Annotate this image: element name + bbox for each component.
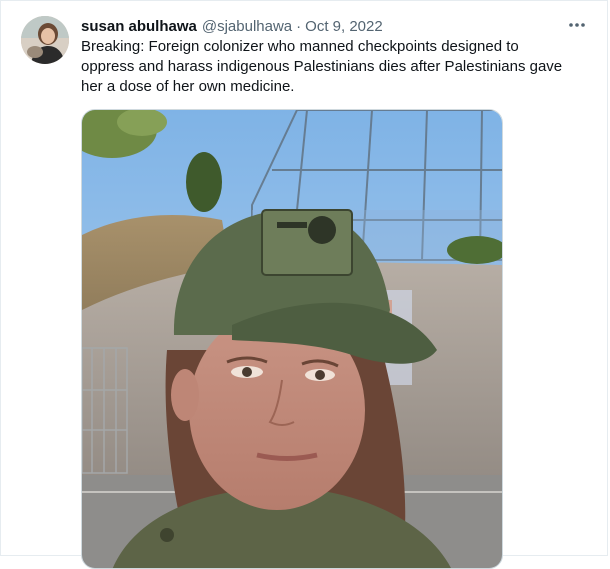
tweet-text-line: Breaking: Foreign colonizer who manned c… [81,38,519,55]
tweet-date[interactable]: Oct 9, 2022 [305,18,383,35]
header-separator: · [296,17,302,35]
tweet-header: susan abulhawa @sjabulhawa · Oct 9, 2022 [81,16,587,36]
tweet-media-photo[interactable] [81,109,503,569]
more-horizontal-icon [569,23,585,27]
author-display-name[interactable]: susan abulhawa [81,18,197,35]
tweet-text: Breaking: Foreign colonizer who manned c… [81,37,581,97]
tweet-text-line: her a dose of her own medicine. [81,78,295,95]
tweet-text-line: oppress and harass indigenous Palestinia… [81,58,563,75]
author-handle[interactable]: @sjabulhawa [202,18,292,35]
user-avatar-photo-icon [21,16,69,64]
author-avatar[interactable] [21,16,69,64]
more-options-button[interactable] [565,15,589,35]
photo-image [82,110,502,568]
tweet-card[interactable]: susan abulhawa @sjabulhawa · Oct 9, 2022… [0,0,608,569]
